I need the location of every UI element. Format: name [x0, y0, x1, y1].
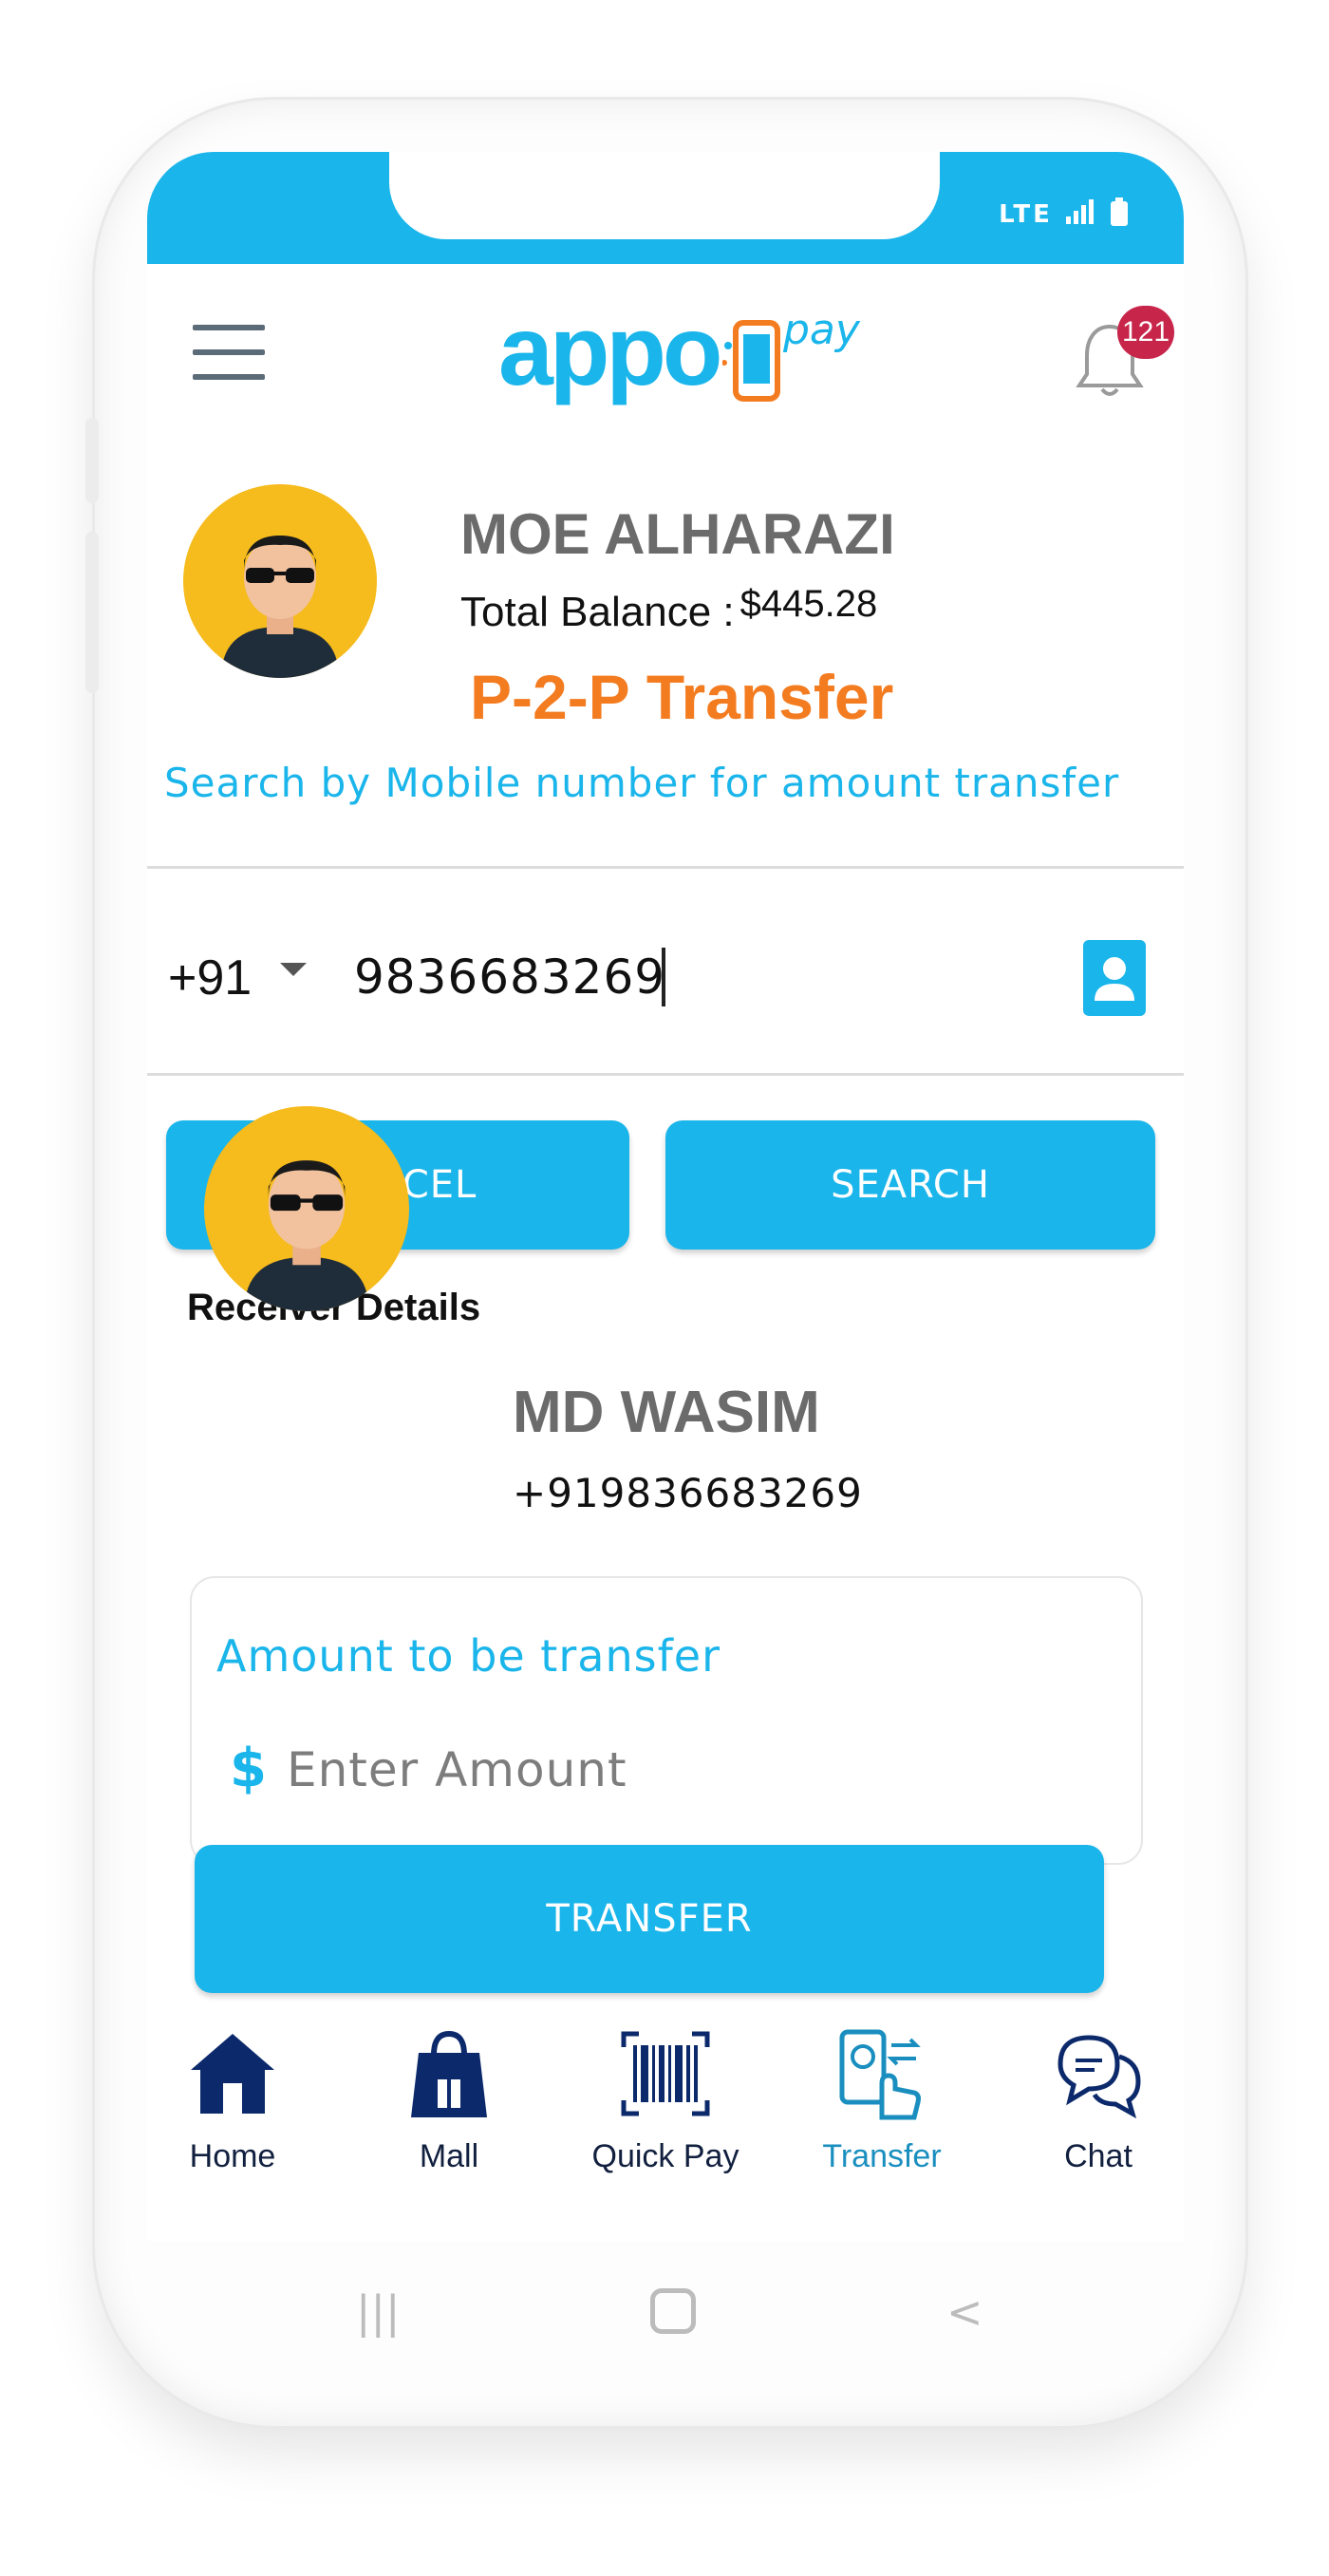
amount-card: Amount to be transfer $ — [190, 1576, 1143, 1865]
avatar-person-icon — [221, 536, 339, 678]
nav-label: Home — [189, 2138, 276, 2174]
divider — [147, 1073, 1184, 1076]
status-bar: LTE — [147, 152, 1184, 264]
recent-apps-icon[interactable]: ||| — [356, 2286, 401, 2338]
nav-mall[interactable]: Mall — [364, 2026, 534, 2197]
contact-picker-icon[interactable] — [1083, 940, 1146, 1016]
nav-label: Quick Pay — [591, 2138, 739, 2174]
home-circle-icon[interactable] — [650, 2288, 696, 2334]
logo-text: appo — [498, 296, 722, 406]
profile-section: MOE ALHARAZI Total Balance : $445.28 P-2-… — [147, 437, 1184, 806]
nav-label: Transfer — [822, 2138, 942, 2174]
receiver-phone: +919836683269 — [513, 1470, 863, 1516]
logo-pay-text: pay — [783, 306, 860, 354]
system-navigation-bar: ||| < — [147, 2241, 1184, 2393]
text-cursor — [662, 948, 665, 1006]
receiver-name: MD WASIM — [513, 1380, 820, 1445]
dollar-icon: $ — [230, 1738, 267, 1799]
search-hint: Search by Mobile number for amount trans… — [164, 760, 1120, 806]
amount-input[interactable] — [287, 1739, 1046, 1800]
balance-label: Total Balance : — [460, 589, 735, 635]
balance-amount: $445.28 — [739, 583, 878, 625]
home-icon — [191, 2034, 274, 2114]
app-screen: LTE appo pay 121 MOE ALHARAZI Total Bala… — [147, 152, 1184, 2241]
barcode-icon — [621, 2031, 710, 2116]
transfer-button[interactable]: TRANSFER — [195, 1845, 1104, 1993]
back-icon[interactable]: < — [946, 2286, 983, 2338]
nav-label: Chat — [1064, 2138, 1132, 2174]
chat-icon — [1058, 2035, 1141, 2119]
battery-icon — [1111, 197, 1128, 226]
mobile-number-input[interactable] — [354, 944, 924, 1010]
shopping-bag-icon — [411, 2030, 487, 2117]
phone-side-button — [85, 418, 99, 503]
user-avatar — [183, 484, 377, 678]
user-name: MOE ALHARAZI — [460, 502, 895, 566]
page-title: P-2-P Transfer — [470, 662, 894, 732]
nav-transfer[interactable]: Transfer — [796, 2026, 967, 2197]
nav-label: Mall — [419, 2138, 479, 2174]
status-icons: LTE — [999, 197, 1129, 229]
total-balance: Total Balance : $445.28 — [460, 583, 877, 636]
phone-side-button — [85, 532, 99, 693]
menu-icon[interactable] — [193, 325, 265, 380]
notification-badge: 121 — [1117, 306, 1174, 359]
nav-home[interactable]: Home — [147, 2026, 318, 2197]
amount-label: Amount to be transfer — [216, 1630, 721, 1682]
search-button[interactable]: SEARCH — [665, 1120, 1155, 1250]
network-label: LTE — [999, 200, 1053, 229]
divider — [147, 866, 1184, 869]
bottom-navigation: Home Mall Quick Pay Transfer Chat — [147, 2013, 1184, 2203]
nav-chat[interactable]: Chat — [1013, 2026, 1184, 2197]
nav-quick-pay[interactable]: Quick Pay — [580, 2026, 751, 2197]
app-header: appo pay 121 — [147, 268, 1184, 420]
signal-icon — [1065, 199, 1094, 224]
avatar-person-icon — [244, 1160, 369, 1311]
camera-notch — [389, 152, 940, 239]
phone-search-row: +91 — [147, 870, 1184, 1069]
country-code-select[interactable]: +91 — [168, 950, 252, 1006]
receiver-avatar — [204, 1106, 409, 1311]
chevron-down-icon[interactable] — [280, 963, 307, 976]
phone-logo-icon — [722, 320, 780, 402]
transfer-icon — [839, 2029, 921, 2120]
